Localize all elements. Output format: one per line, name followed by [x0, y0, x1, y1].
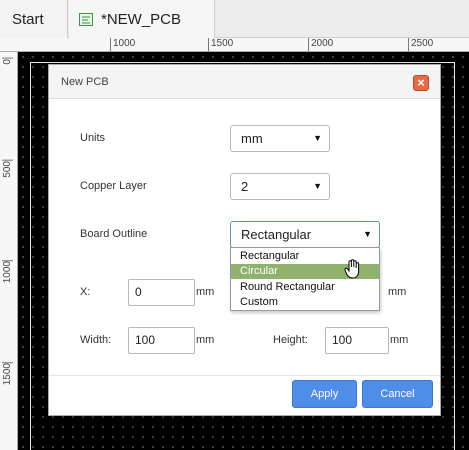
units-label: Units — [80, 132, 106, 144]
dialog-title: New PCB — [61, 76, 109, 88]
height-unit: mm — [390, 334, 409, 346]
height-label: Height: — [273, 334, 308, 346]
close-icon: × — [417, 75, 425, 90]
board-outline-dropdown: Rectangular Circular Round Rectangular C… — [230, 247, 380, 311]
chevron-down-icon: ▼ — [313, 181, 322, 191]
chevron-down-icon: ▼ — [313, 133, 322, 143]
dropdown-option[interactable]: Round Rectangular — [231, 280, 379, 295]
x-value: 0 — [135, 285, 142, 299]
width-label: Width: — [80, 334, 112, 346]
height-value: 100 — [332, 333, 353, 347]
ruler-left: 0 500 1000 1500 — [0, 52, 18, 450]
ruler-label: 500 — [2, 160, 13, 178]
ruler-label: 1500 — [208, 38, 233, 51]
pcb-icon — [79, 12, 93, 26]
ruler-label: 2000 — [308, 38, 333, 51]
units-value: mm — [241, 131, 263, 146]
width-value: 100 — [135, 333, 156, 347]
copper-layer-value: 2 — [241, 179, 249, 194]
ruler-label: 0 — [2, 58, 13, 65]
tab-bar: Start *NEW_PCB — [0, 0, 469, 38]
board-outline-select[interactable]: Rectangular ▼ — [230, 221, 380, 248]
tab-start-label: Start — [12, 10, 44, 28]
board-outline-label: Board Outline — [80, 228, 148, 240]
cancel-button[interactable]: Cancel — [362, 380, 433, 408]
new-pcb-dialog: New PCB × Units mm ▼ Copper Layer 2 ▼ Bo… — [48, 64, 441, 416]
cancel-label: Cancel — [380, 388, 415, 400]
tab-start[interactable]: Start — [0, 0, 68, 38]
hand-cursor-icon — [344, 259, 360, 279]
copper-layer-label: Copper Layer — [80, 180, 147, 192]
width-unit: mm — [196, 334, 215, 346]
units-select[interactable]: mm ▼ — [230, 125, 330, 152]
copper-layer-select[interactable]: 2 ▼ — [230, 173, 330, 200]
ruler-label: 1500 — [2, 362, 13, 386]
height-input[interactable]: 100 — [325, 327, 389, 354]
ruler-label: 1000 — [2, 260, 13, 284]
x-unit: mm — [196, 286, 215, 298]
y-unit: mm — [388, 286, 407, 298]
apply-button[interactable]: Apply — [292, 380, 357, 408]
dialog-divider — [49, 375, 440, 376]
ruler-label: 2500 — [408, 38, 433, 51]
x-input[interactable]: 0 — [128, 279, 195, 306]
tab-new-pcb[interactable]: *NEW_PCB — [69, 0, 215, 38]
chevron-down-icon: ▼ — [363, 229, 372, 239]
x-label: X: — [80, 286, 91, 298]
close-button[interactable]: × — [413, 75, 429, 91]
board-outline-value: Rectangular — [241, 227, 312, 242]
tab-new-pcb-label: *NEW_PCB — [101, 10, 182, 28]
width-input[interactable]: 100 — [128, 327, 195, 354]
dialog-header: New PCB × — [49, 65, 440, 99]
ruler-top: 1000 1500 2000 2500 — [0, 38, 469, 52]
dropdown-option[interactable]: Custom — [231, 295, 379, 310]
ruler-label: 1000 — [110, 38, 135, 51]
apply-label: Apply — [310, 388, 339, 400]
